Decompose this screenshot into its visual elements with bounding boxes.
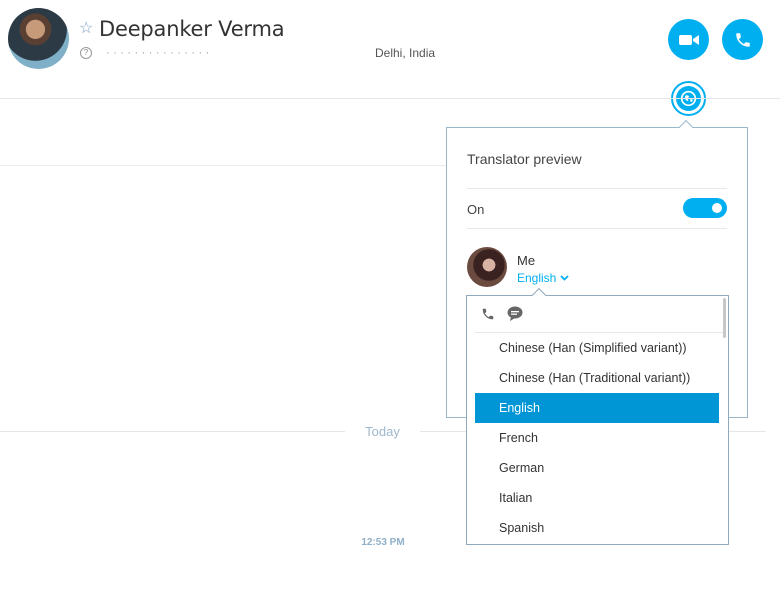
language-option[interactable]: German <box>475 453 719 483</box>
language-option-selected[interactable]: English <box>475 393 719 423</box>
message-timestamp: 12:53 PM <box>361 537 405 548</box>
header-divider <box>0 98 780 99</box>
phone-icon <box>735 32 750 47</box>
language-option[interactable]: Italian <box>475 483 719 513</box>
location-text: Delhi, India <box>375 46 436 60</box>
translator-toggle[interactable] <box>683 198 727 218</box>
translator-panel-title: Translator preview <box>467 151 582 167</box>
panel-divider <box>467 188 727 189</box>
panel-divider <box>467 228 727 229</box>
contact-name: Deepanker Verma <box>99 17 285 41</box>
audio-call-button[interactable] <box>722 19 763 60</box>
chat-bubble-icon[interactable] <box>507 306 523 321</box>
date-divider-line-left <box>0 431 345 432</box>
toggle-knob <box>712 203 722 213</box>
video-camera-icon <box>678 34 699 45</box>
language-option[interactable]: Spanish <box>475 513 719 543</box>
mood-message: · · · · · · · · · · · · · · · <box>106 47 210 59</box>
date-divider-label: Today <box>365 424 400 439</box>
language-option[interactable]: French <box>475 423 719 453</box>
contact-avatar[interactable] <box>8 8 69 69</box>
language-select[interactable]: English <box>517 271 569 285</box>
star-icon[interactable]: ☆ <box>79 21 95 37</box>
info-icon[interactable]: ? <box>80 47 92 59</box>
language-dropdown: Chinese (Han (Simplified variant)) Chine… <box>466 295 729 545</box>
phone-icon[interactable] <box>481 307 495 321</box>
section-divider <box>0 165 446 166</box>
user-avatar <box>467 247 507 287</box>
language-option[interactable]: Chinese (Han (Simplified variant)) <box>475 333 719 363</box>
video-call-button[interactable] <box>668 19 709 60</box>
dropdown-scrollbar[interactable] <box>723 298 726 338</box>
translator-toggle-label: On <box>467 202 485 217</box>
language-option-list: Chinese (Han (Simplified variant)) Chine… <box>475 333 719 543</box>
user-label: Me <box>517 253 536 268</box>
language-select-value: English <box>517 271 557 285</box>
language-option[interactable]: Chinese (Han (Traditional variant)) <box>475 363 719 393</box>
chevron-down-icon <box>560 275 569 281</box>
